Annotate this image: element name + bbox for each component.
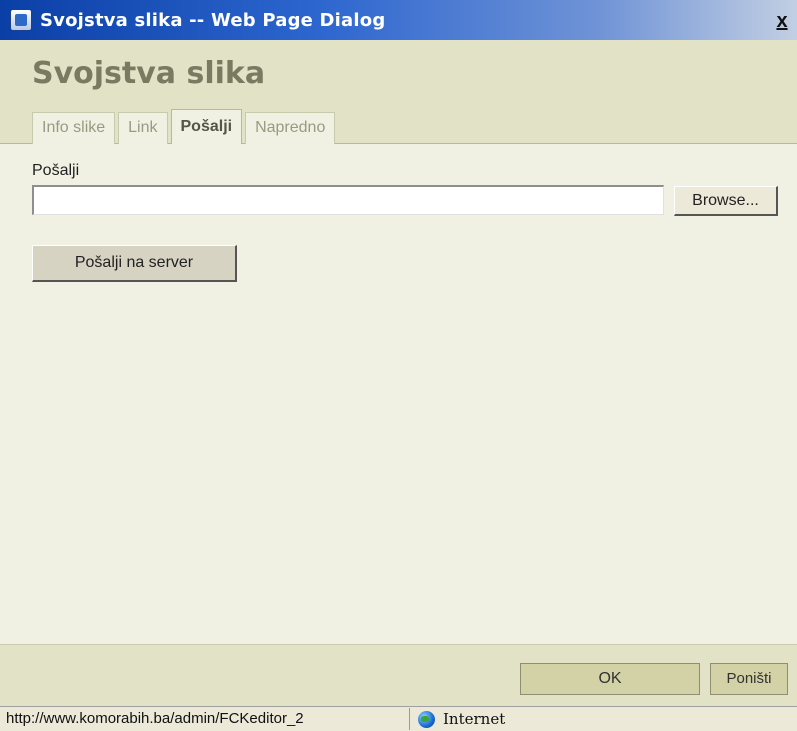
security-zone: Internet	[410, 708, 505, 730]
tab-posalji[interactable]: Pošalji	[170, 109, 243, 144]
cancel-button[interactable]: Poništi	[710, 663, 788, 695]
tab-link[interactable]: Link	[118, 112, 168, 144]
tab-napredno[interactable]: Napredno	[245, 112, 336, 144]
close-icon[interactable]: x	[771, 10, 793, 32]
dialog-footer: OK Poništi	[0, 644, 797, 706]
send-to-server-button[interactable]: Pošalji na server	[32, 245, 237, 282]
security-zone-label: Internet	[443, 710, 506, 728]
window-titlebar: Svojstva slika -- Web Page Dialog x	[0, 0, 797, 40]
globe-icon	[418, 710, 435, 728]
dialog-heading: Svojstva slika	[32, 56, 266, 91]
status-bar: http://www.komorabih.ba/admin/FCKeditor_…	[0, 706, 797, 731]
tab-bar: Info slike Link Pošalji Napredno	[32, 109, 338, 144]
ok-button[interactable]: OK	[520, 663, 700, 695]
upload-field-label: Pošalji	[32, 162, 80, 179]
image-properties-dialog: Svojstva slika Info slike Link Pošalji N…	[0, 40, 797, 706]
tab-info-slike[interactable]: Info slike	[32, 112, 116, 144]
dialog-header: Svojstva slika Info slike Link Pošalji N…	[0, 40, 797, 144]
browse-button[interactable]: Browse...	[674, 186, 778, 216]
ie-window-icon	[10, 9, 32, 31]
status-url: http://www.komorabih.ba/admin/FCKeditor_…	[0, 708, 410, 730]
window-title: Svojstva slika -- Web Page Dialog	[40, 9, 386, 31]
file-path-input[interactable]	[32, 185, 664, 215]
